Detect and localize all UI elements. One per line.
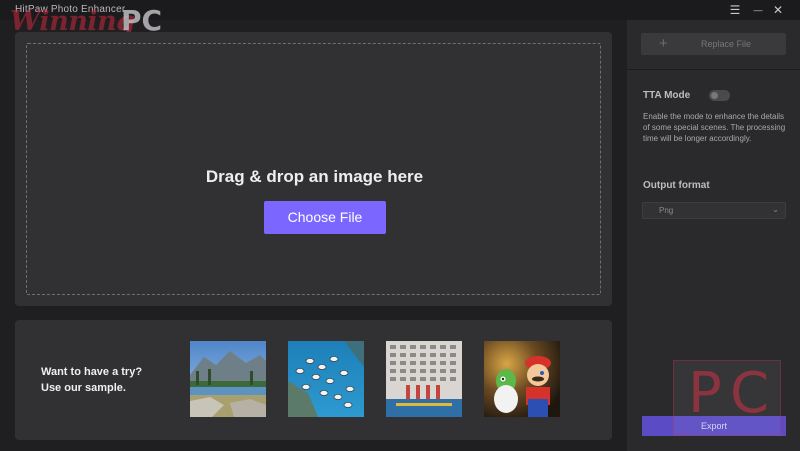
close-icon[interactable]: ✕	[770, 2, 786, 18]
app-window: HitPaw Photo Enhancer Winning PC ☰ — ✕ D…	[0, 0, 800, 451]
sample-prompt: Want to have a try? Use our sample.	[41, 364, 142, 396]
output-format-value: Png	[659, 206, 674, 215]
title-bar: HitPaw Photo Enhancer Winning PC ☰ — ✕	[0, 0, 800, 37]
sample-prompt-line2: Use our sample.	[41, 382, 126, 394]
sample-panel: Want to have a try? Use our sample.	[15, 320, 612, 440]
sample-prompt-line1: Want to have a try?	[41, 366, 143, 378]
menu-icon[interactable]: ☰	[727, 2, 743, 18]
sample-thumbnail-mountain[interactable]	[190, 341, 266, 417]
tta-mode-description: Enable the mode to enhance the details o…	[643, 112, 786, 143]
replace-file-button[interactable]: + Replace File	[641, 33, 786, 55]
sample-thumbnail-fish[interactable]	[288, 341, 364, 417]
drop-zone[interactable]: Drag & drop an image here Choose File	[26, 43, 601, 295]
plus-icon: +	[659, 35, 668, 52]
toggle-knob	[711, 92, 718, 99]
sample-thumbnail-building[interactable]	[386, 341, 462, 417]
watermark-letter-p: P	[688, 361, 722, 426]
mountain-lake-image	[190, 341, 266, 417]
watermark-letter-c: C	[730, 361, 770, 426]
fish-school-image	[288, 341, 364, 417]
output-format-select[interactable]: Png ⌄	[642, 202, 786, 219]
watermark-logo: P C	[673, 360, 781, 436]
sample-thumbnail-toys[interactable]	[484, 341, 560, 417]
replace-file-label: Replace File	[701, 39, 752, 49]
tta-mode-toggle[interactable]	[709, 90, 730, 101]
output-format-label: Output format	[643, 180, 710, 191]
minimize-icon[interactable]: —	[750, 2, 766, 18]
apartment-building-image	[386, 341, 462, 417]
settings-header: + Replace File	[627, 20, 800, 70]
choose-file-button[interactable]: Choose File	[264, 201, 386, 234]
toy-figures-image	[484, 341, 560, 417]
drop-panel: Drag & drop an image here Choose File	[15, 32, 612, 306]
tta-mode-label: TTA Mode	[643, 90, 691, 101]
chevron-down-icon: ⌄	[772, 205, 779, 214]
drop-heading: Drag & drop an image here	[205, 167, 424, 186]
